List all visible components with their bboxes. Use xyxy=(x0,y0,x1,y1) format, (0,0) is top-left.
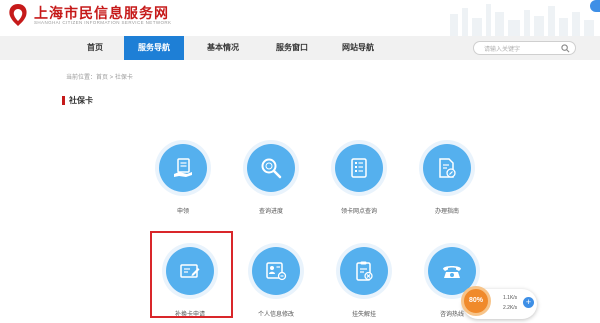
service-icon-ring xyxy=(336,243,392,299)
highlight-box xyxy=(150,231,233,318)
upload-speed: 1.1K/s xyxy=(503,295,518,301)
nav-item-site-nav[interactable]: 网站导航 xyxy=(322,36,394,60)
service-icon-ring xyxy=(331,140,387,196)
main-nav: 首页 服务导航 基本情况 服务窗口 网站导航 请输入关键字 xyxy=(0,36,600,60)
breadcrumb: 当前位置：首页 > 社保卡 xyxy=(66,75,133,81)
service-icon-disc xyxy=(252,247,300,295)
telephone-icon xyxy=(443,266,461,278)
nav-item-basic-info[interactable]: 基本情况 xyxy=(184,36,262,60)
service-label: 查询进度 xyxy=(258,209,283,215)
plus-icon[interactable]: + xyxy=(523,297,534,308)
section-marker xyxy=(62,96,65,105)
list-document-icon xyxy=(351,158,367,178)
service-label: 领卡网点查询 xyxy=(340,209,377,215)
service-icon-ring xyxy=(419,140,475,196)
service-icon-ring xyxy=(243,140,299,196)
service-icon-disc xyxy=(247,144,295,192)
service-icon-disc xyxy=(423,144,471,192)
service-icon-disc xyxy=(159,144,207,192)
id-card-icon xyxy=(266,262,287,281)
site-header: 上海市民信息服务网 SHANGHAI CITIZEN INFORMATION S… xyxy=(0,0,600,36)
nav-item-service-window[interactable]: 服务窗口 xyxy=(262,36,322,60)
clipboard-x-icon xyxy=(356,261,373,281)
network-speed-widget[interactable]: 80% 1.1K/s 2.2K/s + xyxy=(461,286,537,319)
page: 上海市民信息服务网 SHANGHAI CITIZEN INFORMATION S… xyxy=(0,0,600,323)
service-outlet-query[interactable]: 领卡网点查询 xyxy=(319,140,399,220)
hand-document-icon xyxy=(174,158,192,177)
skyline-decoration xyxy=(450,4,594,36)
service-icon-ring xyxy=(155,140,211,196)
corner-tab[interactable] xyxy=(590,0,600,12)
service-report-loss[interactable]: 挂失解挂 xyxy=(324,243,404,323)
download-speed: 2.2K/s xyxy=(503,305,518,311)
service-guide[interactable]: 办理指南 xyxy=(407,140,487,220)
service-label: 挂失解挂 xyxy=(351,312,376,318)
search-input[interactable]: 请输入关键字 xyxy=(484,44,520,53)
service-apply[interactable]: 申领 xyxy=(143,140,223,220)
service-icon-disc xyxy=(340,247,388,295)
search-box[interactable]: 请输入关键字 xyxy=(473,41,576,55)
search-icon[interactable] xyxy=(561,44,570,53)
nav-item-services[interactable]: 服务导航 xyxy=(124,36,184,60)
service-progress-query[interactable]: 查询进度 xyxy=(231,140,311,220)
service-label: 个人信息修改 xyxy=(257,312,294,318)
section-title: 社保卡 xyxy=(69,96,93,105)
site-subtitle: SHANGHAI CITIZEN INFORMATION SERVICE NET… xyxy=(34,20,172,25)
usage-percent[interactable]: 80% xyxy=(461,286,491,316)
service-icon-ring xyxy=(248,243,304,299)
site-logo-icon[interactable] xyxy=(6,2,30,28)
service-label: 办理指南 xyxy=(434,209,459,215)
service-info-change[interactable]: 个人信息修改 xyxy=(236,243,316,323)
nav-item-home[interactable]: 首页 xyxy=(66,36,124,60)
service-label: 申领 xyxy=(176,209,189,215)
service-icon-disc xyxy=(335,144,383,192)
document-compass-icon xyxy=(439,158,456,178)
magnifier-icon xyxy=(261,158,282,179)
